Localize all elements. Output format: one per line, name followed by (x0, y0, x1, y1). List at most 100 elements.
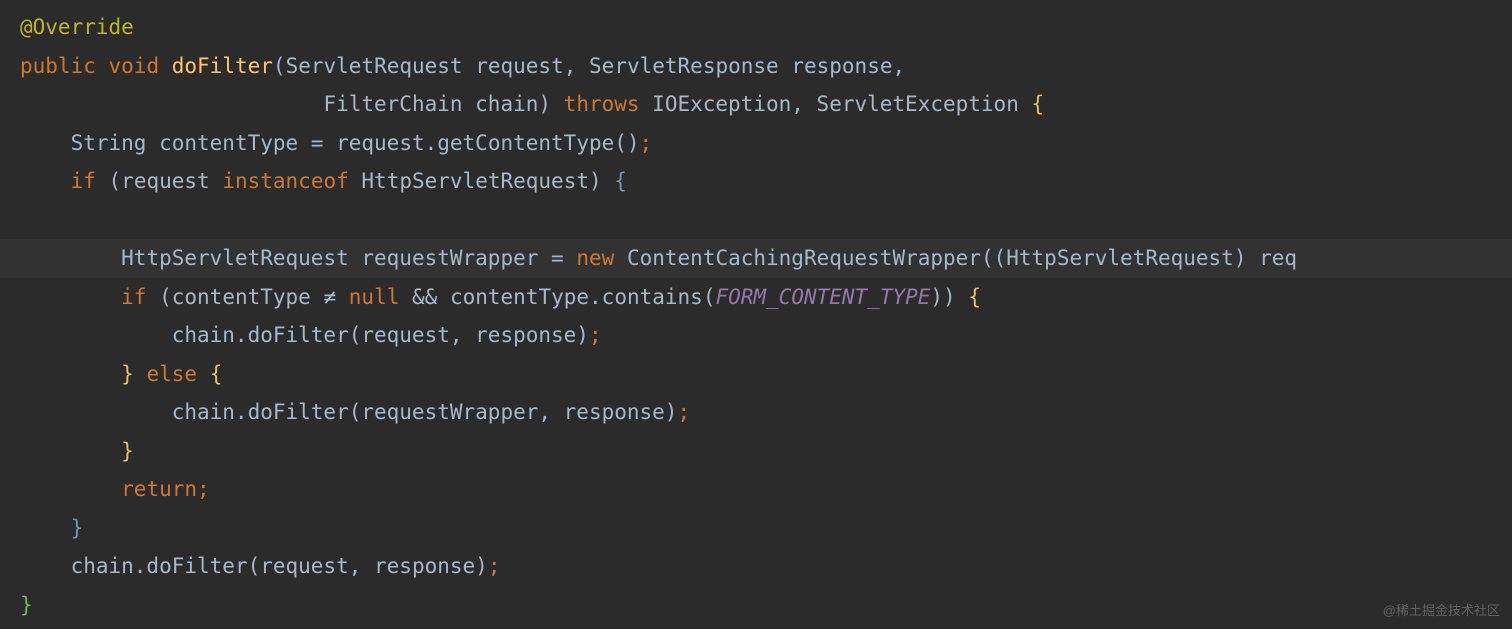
neq: ≠ (323, 285, 336, 309)
param: request (463, 54, 564, 78)
code-line-10: } else { (20, 355, 1512, 394)
code-line-14: } (20, 509, 1512, 548)
code-line-11: chain.doFilter(requestWrapper, response)… (20, 393, 1512, 432)
type: String (71, 131, 147, 155)
kw-instanceof: instanceof (222, 169, 348, 193)
type: HttpServletRequest (349, 169, 589, 193)
indent (20, 554, 71, 578)
code-line-5: if (request instanceof HttpServletReques… (20, 162, 1512, 201)
constant: FORM_CONTENT_TYPE (715, 285, 930, 309)
brace-close: } (121, 439, 134, 463)
eq: = (551, 246, 564, 270)
sp (399, 285, 412, 309)
watermark: @稀土掘金技术社区 (1383, 599, 1500, 623)
semicolon: ; (488, 554, 501, 578)
var: request (121, 169, 222, 193)
type: ServletResponse (589, 54, 779, 78)
semicolon: ; (197, 477, 210, 501)
brace-open: { (968, 285, 981, 309)
semicolon: ; (677, 400, 690, 424)
indent (20, 131, 71, 155)
paren-close: ) (589, 169, 614, 193)
type: HttpServletRequest (1006, 246, 1234, 270)
tail: req (1259, 246, 1297, 270)
annotation-override: @Override (20, 15, 134, 39)
indent (20, 285, 121, 309)
indent (20, 323, 172, 347)
paren-open: ( (273, 54, 286, 78)
kw-new: new (576, 246, 614, 270)
var: contentType (146, 131, 310, 155)
var: requestWrapper (349, 246, 551, 270)
code-line-6 (20, 201, 1512, 240)
brace-close: } (71, 516, 84, 540)
paren-open: (( (981, 246, 1006, 270)
brace-open: { (1031, 92, 1044, 116)
code-line-16: } (20, 586, 1512, 625)
code-editor[interactable]: @Override public void doFilter(ServletRe… (20, 8, 1512, 624)
kw-if: if (71, 169, 96, 193)
type: HttpServletRequest (121, 246, 349, 270)
semicolon: ; (589, 323, 602, 347)
constructor: ContentCachingRequestWrapper (627, 246, 981, 270)
code-line-3: FilterChain chain) throws IOException, S… (20, 85, 1512, 124)
and: && (412, 285, 437, 309)
comma: , (791, 92, 816, 116)
comma: , (892, 54, 905, 78)
code-line-1: @Override (20, 8, 1512, 47)
brace-close: } (121, 362, 134, 386)
code-line-13: return; (20, 470, 1512, 509)
code-line-15: chain.doFilter(request, response); (20, 547, 1512, 586)
expr: request.getContentType() (323, 131, 639, 155)
kw-if: if (121, 285, 146, 309)
param: response (779, 54, 893, 78)
indent (20, 169, 71, 193)
sp (197, 362, 210, 386)
exception: IOException (640, 92, 792, 116)
code-line-2: public void doFilter(ServletRequest requ… (20, 47, 1512, 86)
paren-open: ( (146, 285, 171, 309)
kw-throws: throws (564, 92, 640, 116)
indent (20, 400, 172, 424)
brace-close: } (20, 593, 33, 617)
indent (20, 516, 71, 540)
call: chain.doFilter(requestWrapper, response) (172, 400, 678, 424)
code-line-12: } (20, 432, 1512, 471)
call: contentType.contains( (437, 285, 715, 309)
call: chain.doFilter(request, response) (71, 554, 488, 578)
code-line-4: String contentType = request.getContentT… (20, 124, 1512, 163)
method-name: doFilter (172, 54, 273, 78)
kw-public: public (20, 54, 96, 78)
call: chain.doFilter(request, response) (172, 323, 589, 347)
type: FilterChain (323, 92, 462, 116)
comma: , (564, 54, 589, 78)
brace-open: { (614, 169, 627, 193)
semicolon: ; (640, 131, 653, 155)
kw-null: null (349, 285, 400, 309)
exception: ServletException (817, 92, 1032, 116)
sp (564, 246, 577, 270)
brace-open: { (210, 362, 223, 386)
paren-close: ) (538, 92, 563, 116)
sp (336, 285, 349, 309)
var: contentType (172, 285, 324, 309)
indent (20, 362, 121, 386)
kw-else: else (146, 362, 197, 386)
indent (20, 246, 121, 270)
code-line-8: if (contentType ≠ null && contentType.co… (20, 278, 1512, 317)
sp (614, 246, 627, 270)
sp (134, 362, 147, 386)
type: ServletRequest (286, 54, 463, 78)
kw-void: void (109, 54, 160, 78)
kw-return: return (121, 477, 197, 501)
paren-open: ( (96, 169, 121, 193)
eq: = (311, 131, 324, 155)
indent (20, 439, 121, 463)
indent (20, 477, 121, 501)
param: chain (463, 92, 539, 116)
code-line-7-highlighted: HttpServletRequest requestWrapper = new … (0, 239, 1512, 278)
indent (20, 92, 323, 116)
code-line-9: chain.doFilter(request, response); (20, 316, 1512, 355)
paren-close: )) (930, 285, 968, 309)
paren-close: ) (1234, 246, 1259, 270)
